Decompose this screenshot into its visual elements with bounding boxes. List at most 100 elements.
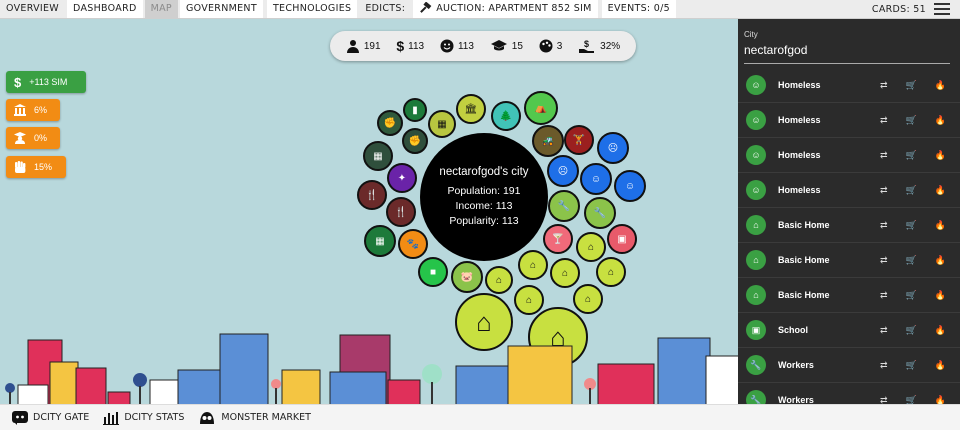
card-row[interactable]: ☺ Homeless ⇄ 🛒 🔥 [738, 68, 960, 103]
transfer-icon[interactable]: ⇄ [880, 255, 888, 266]
building-bubble[interactable]: ☺ [614, 170, 646, 202]
hamburger-menu-icon[interactable] [934, 3, 950, 15]
transfer-icon[interactable]: ⇄ [880, 80, 888, 91]
nav-overview[interactable]: OVERVIEW [0, 0, 65, 18]
building-bubble[interactable]: ⛺ [524, 91, 558, 125]
city-center-bubble[interactable]: nectarofgod's city Population: 191 Incom… [420, 133, 548, 261]
card-row[interactable]: ▣ School ⇄ 🛒 🔥 [738, 313, 960, 348]
cart-icon[interactable]: 🛒 [906, 150, 917, 161]
dcity-gate-link[interactable]: DCITY GATE [12, 410, 89, 425]
cart-icon[interactable]: 🛒 [906, 80, 917, 91]
cards-count-label: CARDS: 51 [871, 3, 926, 15]
transfer-icon[interactable]: ⇄ [880, 395, 888, 405]
burn-icon[interactable]: 🔥 [935, 395, 946, 405]
unrest-stat-badge[interactable]: 15% [6, 156, 66, 178]
card-row[interactable]: ⌂ Basic Home ⇄ 🛒 🔥 [738, 278, 960, 313]
card-row[interactable]: 🔧 Workers ⇄ 🛒 🔥 [738, 383, 960, 404]
nav-dashboard[interactable]: DASHBOARD [67, 0, 143, 18]
building-bubble[interactable]: ⌂ [596, 257, 626, 287]
cart-icon[interactable]: 🛒 [906, 255, 917, 266]
fist-icon: ✊ [408, 135, 422, 147]
building-bubble[interactable]: ✦ [387, 163, 417, 193]
monster-market-link[interactable]: MONSTER MARKET [198, 411, 311, 425]
building-bubble[interactable]: 🐷 [451, 261, 483, 293]
building-bubble[interactable]: 🏋 [564, 125, 594, 155]
card-row[interactable]: ☺ Homeless ⇄ 🛒 🔥 [738, 103, 960, 138]
building-bubble[interactable]: ▣ [607, 224, 637, 254]
sim-income-badge[interactable]: $ +113 SIM [6, 71, 86, 93]
building-bubble[interactable]: ☹ [597, 132, 629, 164]
dcity-stats-link[interactable]: DCITY STATS [103, 411, 184, 425]
cart-icon[interactable]: 🛒 [906, 220, 917, 231]
card-row[interactable]: ☺ Homeless ⇄ 🛒 🔥 [738, 173, 960, 208]
transfer-icon[interactable]: ⇄ [880, 150, 888, 161]
cart-icon[interactable]: 🛒 [906, 115, 917, 126]
cart-icon[interactable]: 🛒 [906, 395, 917, 405]
dcity-stats-label: DCITY STATS [124, 412, 185, 423]
transfer-icon[interactable]: ⇄ [880, 325, 888, 336]
burn-icon[interactable]: 🔥 [935, 325, 946, 336]
nav-government[interactable]: GOVERNMENT [179, 0, 263, 18]
nav-auction[interactable]: AUCTION: APARTMENT 852 SIM [413, 0, 598, 18]
school-icon: ▣ [746, 320, 766, 340]
building-bubble[interactable]: 🍴 [386, 197, 416, 227]
building-bubble[interactable]: ⌂ [514, 285, 544, 315]
transfer-icon[interactable]: ⇄ [880, 360, 888, 371]
building-bubble[interactable]: ✊ [402, 128, 428, 154]
nav-technologies[interactable]: TECHNOLOGIES [266, 0, 358, 18]
building-bubble[interactable]: 🔧 [548, 190, 580, 222]
transfer-icon[interactable]: ⇄ [880, 185, 888, 196]
building-bubble[interactable]: ⌂ [485, 266, 513, 294]
government-stat-badge[interactable]: 6% [6, 99, 60, 121]
building-bubble[interactable]: 🏛 [456, 94, 486, 124]
card-row[interactable]: ⌂ Basic Home ⇄ 🛒 🔥 [738, 243, 960, 278]
cart-icon[interactable]: 🛒 [906, 290, 917, 301]
transfer-icon[interactable]: ⇄ [880, 220, 888, 231]
building-bubble[interactable]: ▦ [428, 110, 456, 138]
burn-icon[interactable]: 🔥 [935, 255, 946, 266]
nav-events[interactable]: EVENTS: 0/5 [601, 0, 676, 18]
person-icon [346, 40, 359, 53]
education-stat-badge[interactable]: 0% [6, 127, 60, 149]
cards-count[interactable]: CARDS: 51 [864, 4, 934, 15]
building-bubble[interactable]: ⌂ [576, 232, 606, 262]
card-row[interactable]: ☺ Homeless ⇄ 🛒 🔥 [738, 138, 960, 173]
building-bubble[interactable]: 🌲 [491, 101, 521, 131]
building-bubble[interactable]: 🍴 [357, 180, 387, 210]
city-side-panel: City nectarofgod ☺ Homeless ⇄ 🛒 🔥 ☺ Homele… [738, 19, 960, 404]
nav-map[interactable]: MAP [144, 0, 178, 18]
burn-icon[interactable]: 🔥 [935, 80, 946, 91]
building-bubble[interactable]: ✊ [377, 110, 403, 136]
burn-icon[interactable]: 🔥 [935, 290, 946, 301]
discord-icon [12, 410, 28, 425]
building-bubble[interactable]: ⌂ [518, 250, 548, 280]
burn-icon[interactable]: 🔥 [935, 185, 946, 196]
building-bubble[interactable]: 🚜 [532, 125, 564, 157]
building-bubble[interactable]: ▦ [364, 225, 396, 257]
building-bubble[interactable]: 🐾 [398, 229, 428, 259]
cart-icon[interactable]: 🛒 [906, 360, 917, 371]
transfer-icon[interactable]: ⇄ [880, 290, 888, 301]
building-bubble[interactable]: ⌂ [573, 284, 603, 314]
burn-icon[interactable]: 🔥 [935, 150, 946, 161]
building-bubble[interactable]: ⌂ [550, 258, 580, 288]
card-name: Workers [778, 395, 814, 404]
burn-icon[interactable]: 🔥 [935, 360, 946, 371]
cart-icon[interactable]: 🛒 [906, 325, 917, 336]
card-name: Basic Home [778, 290, 830, 300]
nav-edicts[interactable]: EDICTS: [359, 0, 411, 18]
building-bubble[interactable]: ☹ [547, 155, 579, 187]
card-row[interactable]: 🔧 Workers ⇄ 🛒 🔥 [738, 348, 960, 383]
cart-icon[interactable]: 🛒 [906, 185, 917, 196]
transfer-icon[interactable]: ⇄ [880, 115, 888, 126]
card-row[interactable]: ⌂ Basic Home ⇄ 🛒 🔥 [738, 208, 960, 243]
burn-icon[interactable]: 🔥 [935, 220, 946, 231]
building-bubble[interactable]: ▮ [403, 98, 427, 122]
building-bubble[interactable]: ■ [418, 257, 448, 287]
building-bubble[interactable]: 🔧 [584, 197, 616, 229]
burn-icon[interactable]: 🔥 [935, 115, 946, 126]
home-icon: ⌂ [746, 285, 766, 305]
building-bubble[interactable]: ☺ [580, 163, 612, 195]
building-bubble[interactable]: ▦ [363, 141, 393, 171]
city-name-field[interactable]: nectarofgod [744, 43, 950, 64]
